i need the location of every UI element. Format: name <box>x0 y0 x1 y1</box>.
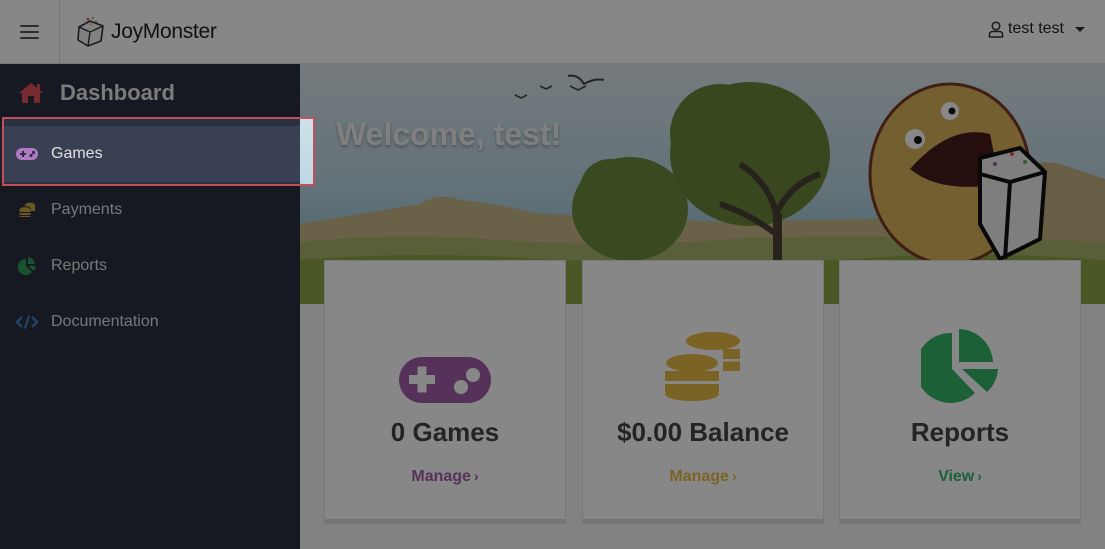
user-menu-dropdown[interactable]: test test <box>988 20 1085 38</box>
chevron-right-icon: › <box>473 468 479 484</box>
sidebar-item-payments[interactable]: Payments <box>0 182 300 238</box>
hamburger-icon <box>20 25 39 39</box>
menu-toggle-button[interactable] <box>0 0 60 64</box>
brand-name: JoyMonster <box>111 20 217 43</box>
home-icon <box>19 83 43 103</box>
pie-chart-icon <box>921 329 998 403</box>
balance-card: $0.00 Balance Manage › <box>582 260 824 524</box>
games-manage-link[interactable]: Manage › <box>411 468 478 486</box>
main-content: Welcome, test! 0 Games Manage › $0.00 Ba… <box>300 64 1105 549</box>
gamepad-icon <box>399 357 491 403</box>
sidebar-item-label: Reports <box>51 257 108 274</box>
chevron-right-icon: › <box>977 468 982 484</box>
reports-view-link[interactable]: View › <box>938 468 982 486</box>
sidebar-item-dashboard[interactable]: Dashboard <box>0 64 300 122</box>
sidebar-item-label: Games <box>51 145 103 162</box>
code-icon <box>16 315 38 329</box>
top-navbar: JoyMonster test test <box>0 0 1105 64</box>
coins-icon <box>665 332 740 401</box>
games-count: 0 Games <box>390 417 500 447</box>
link-label: Manage <box>411 468 471 485</box>
balance-amount: $0.00 Balance <box>616 417 789 447</box>
brand-logo[interactable]: JoyMonster <box>75 14 217 50</box>
games-card: 0 Games Manage › <box>324 260 566 524</box>
sidebar-item-games[interactable]: Games <box>0 126 300 182</box>
pie-chart-icon <box>18 257 36 275</box>
sidebar-item-label: Payments <box>51 201 123 218</box>
reports-title: Reports <box>910 417 1010 447</box>
box-logo-icon <box>77 16 104 47</box>
user-name: test test <box>1007 20 1064 37</box>
sidebar-dashboard-label: Dashboard <box>60 80 175 105</box>
chevron-right-icon: › <box>731 468 737 484</box>
balance-manage-link[interactable]: Manage › <box>669 468 736 486</box>
welcome-heading: Welcome, test! <box>336 116 562 152</box>
user-icon <box>988 20 1004 38</box>
gamepad-icon <box>16 148 38 160</box>
reports-card: Reports View › <box>839 260 1081 524</box>
link-label: View <box>938 468 975 485</box>
coins-icon <box>19 202 35 217</box>
sidebar-item-reports[interactable]: Reports <box>0 238 300 294</box>
link-label: Manage <box>669 468 729 485</box>
caret-down-icon <box>1075 26 1085 32</box>
sidebar-item-documentation[interactable]: Documentation <box>0 294 300 350</box>
sidebar: Dashboard Games Payments Reports Documen… <box>0 64 300 549</box>
sidebar-item-label: Documentation <box>51 313 159 330</box>
